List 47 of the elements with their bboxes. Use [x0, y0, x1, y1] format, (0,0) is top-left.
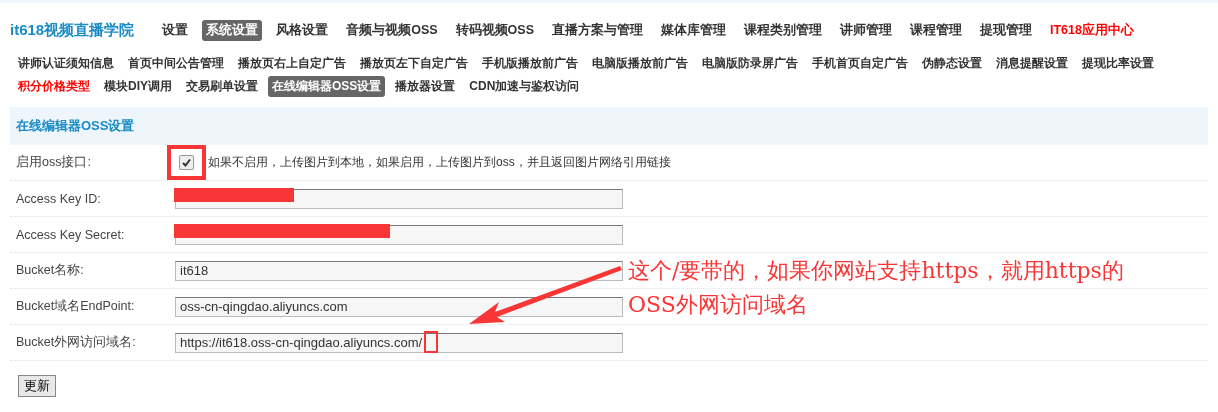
- input-field[interactable]: https://it618.oss-cn-qingdao.aliyuncs.com/: [175, 332, 623, 353]
- nav-tab[interactable]: 首页中间公告管理: [124, 53, 228, 74]
- field-label: Bucket外网访问域名:: [15, 334, 137, 351]
- nav-tab[interactable]: 讲师认证须知信息: [14, 53, 118, 74]
- input-field[interactable]: [175, 188, 623, 209]
- nav-tab[interactable]: 系统设置: [202, 19, 263, 41]
- nav-tab[interactable]: 手机版播放前广告: [478, 53, 582, 74]
- nav-tab[interactable]: 消息提醒设置: [992, 53, 1072, 74]
- nav-tab[interactable]: 手机首页自定广告: [808, 53, 912, 74]
- nav-tab[interactable]: 交易刷单设置: [182, 76, 262, 97]
- nav-tab[interactable]: 转码视频OSS: [451, 19, 538, 41]
- nav-tab[interactable]: 播放页左下自定广告: [356, 53, 472, 74]
- input-field[interactable]: [175, 224, 623, 245]
- nav-tab[interactable]: 模块DIY调用: [100, 76, 176, 97]
- nav-tab[interactable]: 风格设置: [272, 19, 333, 41]
- nav-tab[interactable]: 电脑版防录屏广告: [698, 53, 802, 74]
- update-button[interactable]: 更新: [18, 375, 56, 397]
- hint-text: 如果不启用，上传图片到本地，如果启用，上传图片到oss，并且返回图片网络引用链接: [208, 154, 671, 171]
- nav-tab[interactable]: 音频与视频OSS: [342, 19, 442, 41]
- nav-tab[interactable]: 播放器设置: [391, 76, 460, 97]
- check-icon: [181, 157, 192, 168]
- input-field[interactable]: it618: [175, 260, 623, 281]
- nav-tab[interactable]: 课程管理: [906, 19, 966, 41]
- nav-tab[interactable]: 直播方案与管理: [548, 19, 647, 41]
- nav-tab[interactable]: 提现管理: [976, 19, 1036, 41]
- nav-tab[interactable]: 积分价格类型: [14, 76, 94, 97]
- nav-tab[interactable]: 电脑版播放前广告: [588, 53, 692, 74]
- field-label: Access Key Secret:: [15, 227, 126, 242]
- nav-tab[interactable]: 伪静态设置: [918, 53, 986, 74]
- nav-tab[interactable]: CDN加速与鉴权访问: [465, 76, 584, 97]
- nav-tab[interactable]: 设置: [158, 19, 193, 41]
- checkbox[interactable]: [179, 155, 194, 170]
- nav-tab[interactable]: 提现比率设置: [1078, 53, 1158, 74]
- field-label: 启用oss接口:: [15, 154, 92, 171]
- nav-tab[interactable]: 讲师管理: [836, 19, 896, 41]
- panel-title: 在线编辑器OSS设置: [10, 107, 1208, 145]
- site-title[interactable]: it618视频直播学院: [10, 20, 135, 40]
- field-label: Access Key ID:: [15, 191, 102, 206]
- annotation-text: 这个/要带的，如果你网站支持https，就用https的OSS外网访问域名: [628, 257, 1125, 319]
- field-label: Bucket名称:: [15, 262, 85, 279]
- nav-tab[interactable]: 媒体库管理: [657, 19, 730, 41]
- input-field[interactable]: oss-cn-qingdao.aliyuncs.com: [175, 296, 623, 317]
- field-label: Bucket域名EndPoint:: [15, 298, 136, 315]
- nav-tab[interactable]: IT618应用中心: [1046, 19, 1138, 41]
- nav-tab[interactable]: 课程类别管理: [740, 19, 826, 41]
- nav-tab[interactable]: 在线编辑器OSS设置: [268, 76, 386, 97]
- nav-tab[interactable]: 播放页右上自定广告: [234, 53, 350, 74]
